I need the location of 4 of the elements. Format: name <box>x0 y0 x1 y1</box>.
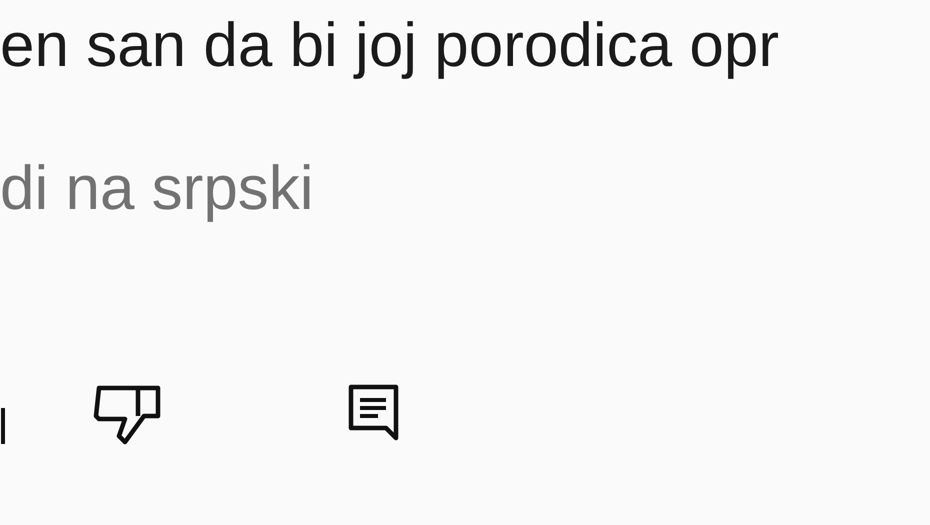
thumbs-down-icon[interactable] <box>92 384 162 446</box>
translate-link[interactable]: di na srpski <box>0 153 314 224</box>
comment-icon[interactable] <box>348 384 400 442</box>
message-text: en san da bi joj porodica opr <box>0 10 779 81</box>
